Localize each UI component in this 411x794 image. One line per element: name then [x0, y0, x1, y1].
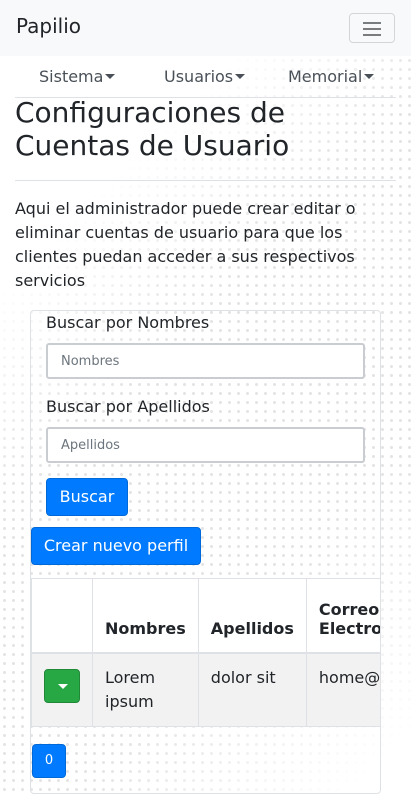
table-header-row: Nombres Apellidos Correo Electronico [31, 578, 380, 654]
page-description: Aqui el administrador puede crear editar… [15, 199, 356, 290]
menu-toggle-button[interactable] [349, 13, 395, 43]
menu-usuarios[interactable]: Usuarios [164, 67, 246, 86]
users-card: Buscar por Nombres Buscar por Apellidos … [30, 310, 381, 794]
names-search-input[interactable] [46, 343, 365, 379]
divider [15, 180, 396, 181]
search-button[interactable]: Buscar [46, 478, 128, 516]
table-row: Lorem ipsum dolor sit home@ir [31, 652, 380, 727]
create-profile-button[interactable]: Crear nuevo perfil [31, 527, 201, 565]
surnames-search-label: Buscar por Apellidos [46, 397, 210, 416]
caret-down-icon [364, 74, 375, 79]
cell-nombres: Lorem ipsum [92, 652, 199, 727]
menu-usuarios-label: Usuarios [164, 67, 234, 86]
table-header-nombres: Nombres [92, 578, 199, 654]
cell-apellidos: dolor sit [197, 652, 307, 727]
surnames-search-input[interactable] [46, 427, 365, 463]
menu-memorial-label: Memorial [288, 67, 363, 86]
row-actions-dropdown-button[interactable] [44, 668, 80, 703]
table-header-correo: Correo Electronico [305, 578, 380, 654]
cell-correo: home@ir [305, 652, 380, 727]
main-menu: Sistema Usuarios Memorial [15, 58, 396, 98]
caret-down-icon [105, 74, 116, 79]
menu-memorial[interactable]: Memorial [288, 67, 375, 86]
menu-sistema-label: Sistema [39, 67, 104, 86]
caret-down-icon [58, 683, 68, 689]
row-actions-cell [31, 652, 93, 727]
table-header-apellidos: Apellidos [197, 578, 307, 654]
users-table: Nombres Apellidos Correo Electronico Lor… [31, 578, 380, 727]
caret-down-icon [235, 74, 246, 79]
hamburger-icon [363, 22, 381, 24]
table-header-actions [31, 578, 93, 654]
page-title: Configuraciones de Cuentas de Usuario [15, 96, 290, 162]
names-search-label: Buscar por Nombres [46, 313, 210, 332]
navbar: Papilio [0, 0, 411, 56]
pagination-page-button[interactable]: 0 [32, 744, 66, 778]
brand-logo[interactable]: Papilio [16, 14, 81, 38]
menu-sistema[interactable]: Sistema [39, 67, 116, 86]
